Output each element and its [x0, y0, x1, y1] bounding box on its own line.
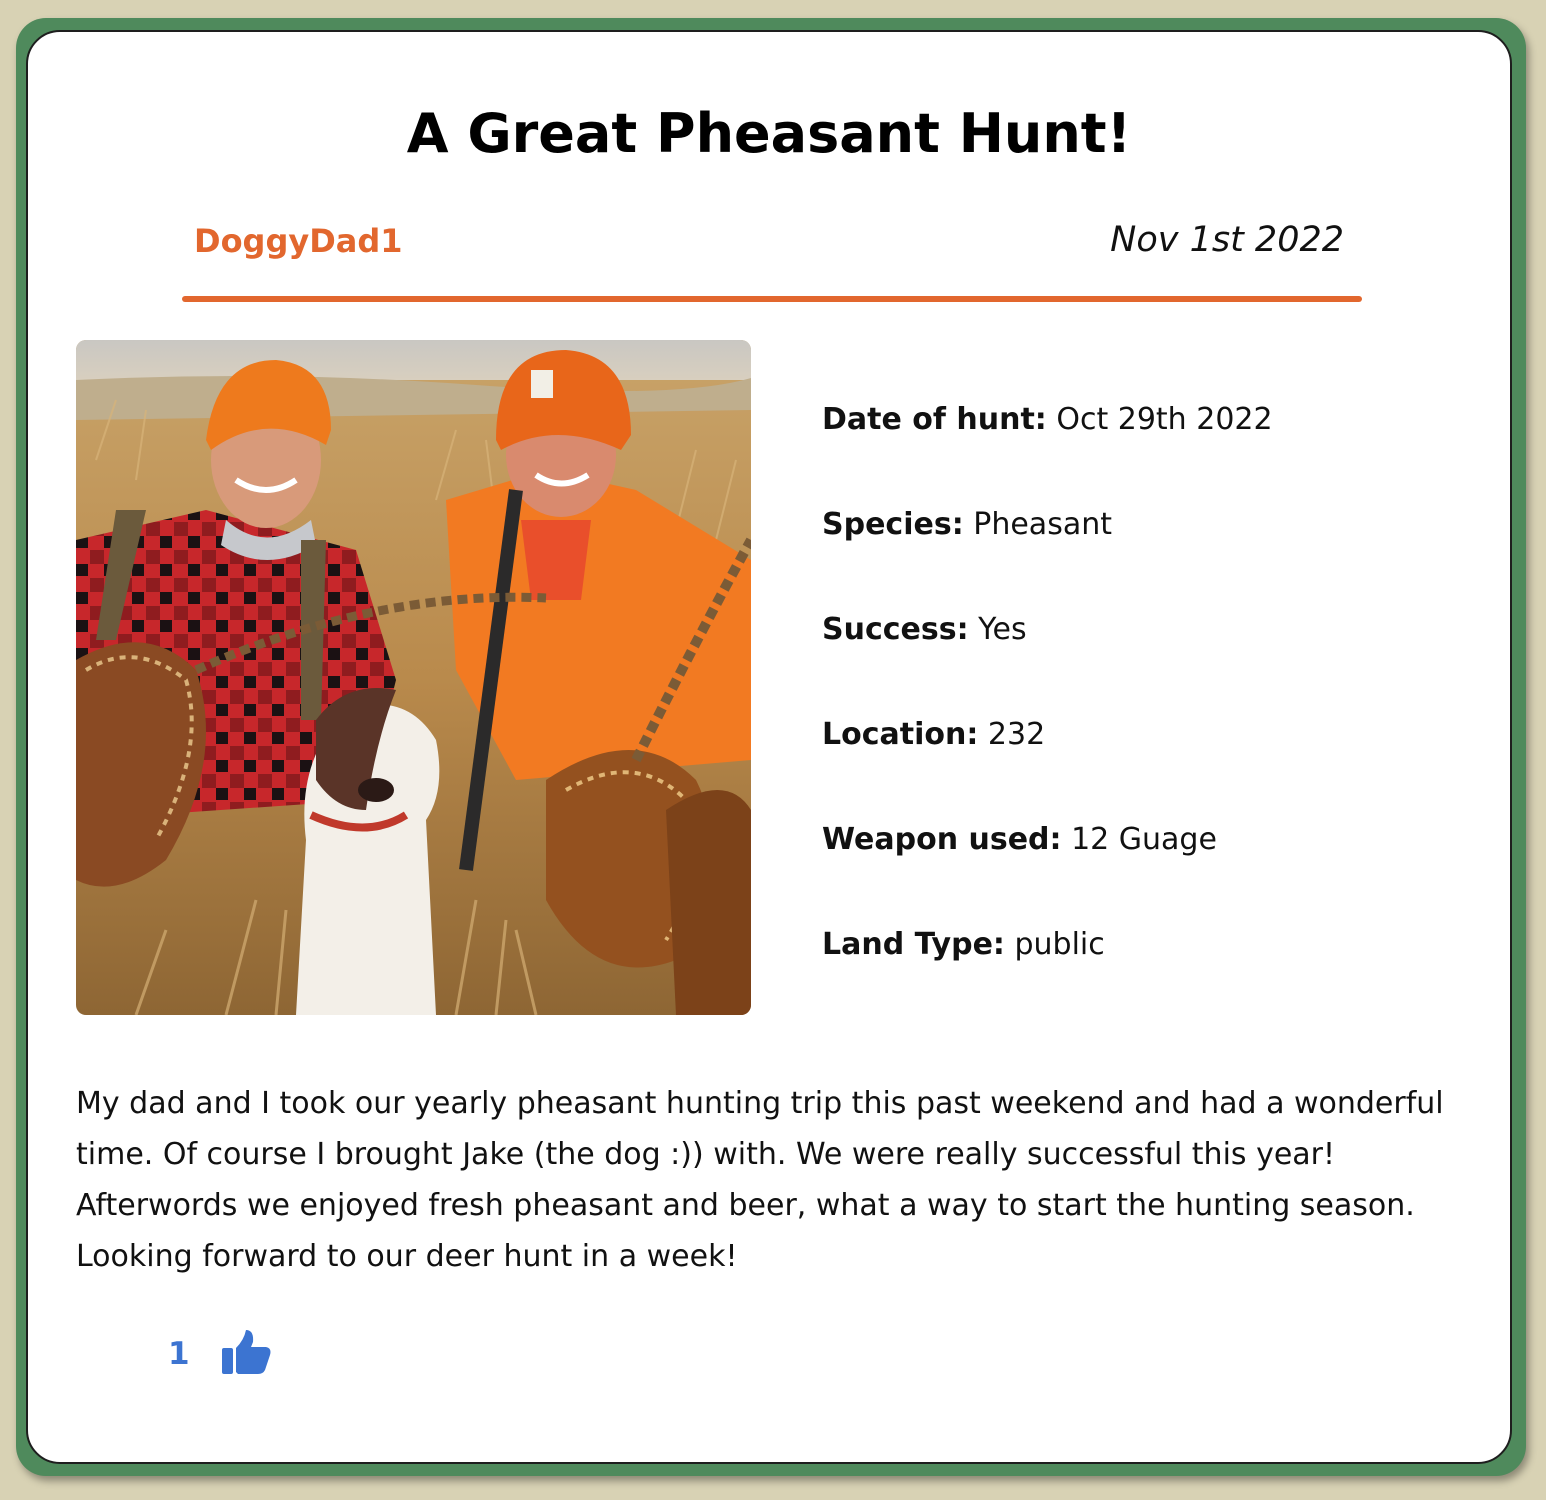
detail-label: Success:	[822, 612, 969, 647]
detail-value: 12 Guage	[1071, 822, 1217, 857]
post-date: Nov 1st 2022	[1110, 220, 1344, 260]
divider	[182, 296, 1362, 302]
detail-species: Species: Pheasant	[822, 505, 1273, 610]
post-card: A Great Pheasant Hunt! DoggyDad1 Nov 1st…	[26, 30, 1512, 1464]
detail-land-type: Land Type: public	[822, 925, 1273, 1030]
detail-location: Location: 232	[822, 715, 1273, 820]
detail-value: Yes	[978, 612, 1027, 647]
detail-weapon-used: Weapon used: 12 Guage	[822, 820, 1273, 925]
post-body-line: My dad and I took our yearly pheasant hu…	[76, 1086, 1444, 1121]
post-body-line: time. Of course I brought Jake (the dog …	[76, 1137, 1336, 1172]
detail-date-of-hunt: Date of hunt: Oct 29th 2022	[822, 400, 1273, 505]
post-title: A Great Pheasant Hunt!	[406, 102, 1132, 165]
post-body-line: Afterwords we enjoyed fresh pheasant and…	[76, 1188, 1415, 1223]
detail-label: Date of hunt:	[822, 402, 1047, 437]
detail-label: Land Type:	[822, 927, 1005, 962]
detail-label: Weapon used:	[822, 822, 1062, 857]
post-body: My dad and I took our yearly pheasant hu…	[76, 1078, 1476, 1282]
like-count: 1	[168, 1336, 190, 1372]
hunt-photo	[76, 340, 751, 1015]
likes-bar: 1	[168, 1328, 272, 1380]
author-name[interactable]: DoggyDad1	[194, 222, 403, 260]
detail-value: Pheasant	[973, 507, 1112, 542]
thumbs-up-icon[interactable]	[220, 1328, 272, 1380]
detail-value: 232	[987, 717, 1046, 752]
hunt-details: Date of hunt: Oct 29th 2022 Species: Phe…	[822, 400, 1273, 1030]
detail-value: Oct 29th 2022	[1056, 402, 1273, 437]
detail-success: Success: Yes	[822, 610, 1273, 715]
detail-label: Species:	[822, 507, 964, 542]
post-body-line: Looking forward to our deer hunt in a we…	[76, 1239, 738, 1274]
detail-value: public	[1014, 927, 1105, 962]
detail-label: Location:	[822, 717, 979, 752]
post-frame: A Great Pheasant Hunt! DoggyDad1 Nov 1st…	[16, 18, 1526, 1476]
